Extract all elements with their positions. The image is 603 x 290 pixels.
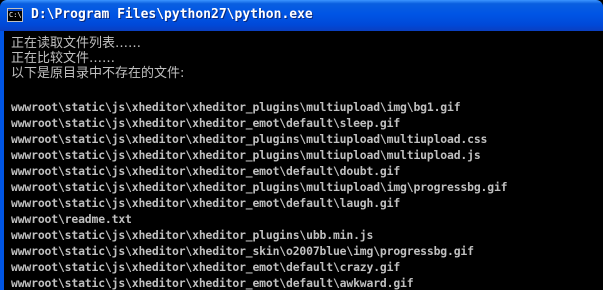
file-line: wwwroot\static\js\xheditor\xheditor_skin… xyxy=(11,244,474,258)
title-bar[interactable]: C:\ D:\Program Files\python27\python.exe xyxy=(0,0,603,31)
console-icon[interactable]: C:\ xyxy=(7,8,23,22)
file-line: wwwroot\static\js\xheditor\xheditor_emot… xyxy=(11,276,414,290)
file-line: wwwroot\readme.txt xyxy=(11,212,132,226)
file-line: wwwroot\static\js\xheditor\xheditor_emot… xyxy=(11,116,401,130)
file-line: wwwroot\static\js\xheditor\xheditor_plug… xyxy=(11,148,481,162)
file-line: wwwroot\static\js\xheditor\xheditor_plug… xyxy=(11,132,488,146)
file-line: wwwroot\static\js\xheditor\xheditor_emot… xyxy=(11,164,401,178)
console-output[interactable]: 正在读取文件列表…… 正在比较文件…… 以下是原目录中不存在的文件: wwwro… xyxy=(4,31,603,290)
file-line: wwwroot\static\js\xheditor\xheditor_plug… xyxy=(11,180,508,194)
status-line-comparing: 正在比较文件…… xyxy=(11,51,116,66)
window-title: D:\Program Files\python27\python.exe xyxy=(31,7,313,22)
status-line-missing-header: 以下是原目录中不存在的文件: xyxy=(11,66,185,81)
status-line-reading: 正在读取文件列表…… xyxy=(11,36,142,51)
file-line: wwwroot\static\js\xheditor\xheditor_emot… xyxy=(11,196,401,210)
console-window[interactable]: C:\ D:\Program Files\python27\python.exe… xyxy=(0,0,603,290)
file-line: wwwroot\static\js\xheditor\xheditor_emot… xyxy=(11,260,401,274)
file-line: wwwroot\static\js\xheditor\xheditor_plug… xyxy=(11,228,374,242)
file-line: wwwroot\static\js\xheditor\xheditor_plug… xyxy=(11,100,461,114)
